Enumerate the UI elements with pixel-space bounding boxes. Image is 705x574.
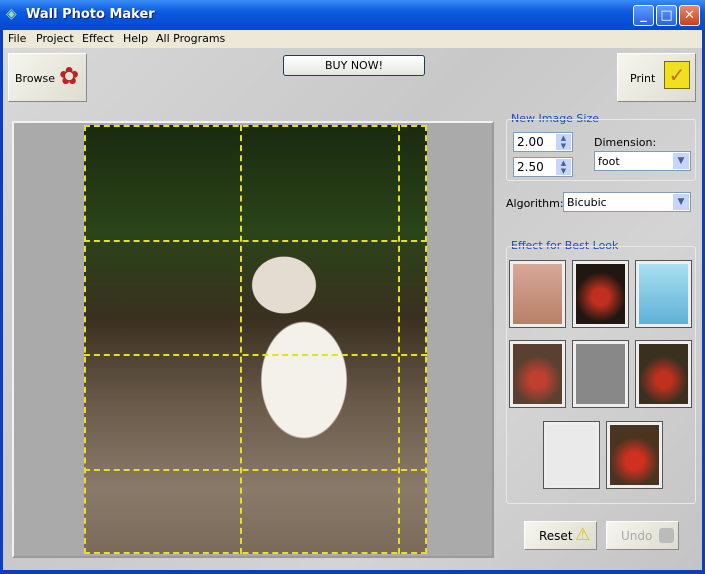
- window-title: Wall Photo Maker: [26, 7, 155, 22]
- print-button[interactable]: Print ✓: [617, 53, 696, 102]
- effect-emboss[interactable]: [572, 340, 629, 408]
- chevron-down-icon: ▼: [673, 194, 689, 210]
- effect-normal[interactable]: [635, 340, 692, 408]
- effect-soft[interactable]: [509, 260, 566, 328]
- menu-help[interactable]: Help: [123, 32, 148, 45]
- effect-dark[interactable]: [572, 260, 629, 328]
- browse-button[interactable]: Browse ✿: [8, 53, 87, 102]
- effect-blue-tint[interactable]: [635, 260, 692, 328]
- checkmark-sign-icon: ✓: [664, 61, 690, 89]
- effect-vivid[interactable]: [606, 421, 663, 489]
- preview-canvas[interactable]: [12, 121, 494, 558]
- buy-now-button[interactable]: BUY NOW!: [283, 55, 425, 76]
- undo-button[interactable]: Undo: [606, 521, 679, 550]
- algorithm-select[interactable]: Bicubic ▼: [563, 192, 691, 212]
- effect-sepia[interactable]: [509, 340, 566, 408]
- close-button[interactable]: ✕: [679, 5, 700, 26]
- title-bar: ◈ Wall Photo Maker _ □ ✕: [0, 0, 705, 30]
- menu-bar: File Project Effect Help All Programs: [3, 30, 702, 48]
- main-panel: Browse ✿ BUY NOW! Print ✓ New Image Size…: [3, 48, 702, 570]
- minimize-button[interactable]: _: [633, 5, 654, 26]
- menu-all-programs[interactable]: All Programs: [156, 32, 225, 45]
- height-stepper[interactable]: 2.50 ▲ ▼: [513, 157, 573, 177]
- width-stepper[interactable]: 2.00 ▲ ▼: [513, 132, 573, 152]
- effect-sketch[interactable]: [543, 421, 600, 489]
- menu-file[interactable]: File: [8, 32, 26, 45]
- app-icon: ◈: [6, 6, 17, 22]
- dimension-label: Dimension:: [594, 136, 657, 149]
- menu-project[interactable]: Project: [36, 32, 74, 45]
- menu-effect[interactable]: Effect: [82, 32, 114, 45]
- photo-preview: [84, 125, 427, 554]
- chevron-down-icon: ▼: [673, 153, 689, 169]
- undo-icon: [659, 528, 674, 543]
- flowers-icon: ✿: [59, 62, 80, 90]
- warning-icon: ⚠: [575, 525, 591, 545]
- maximize-button[interactable]: □: [656, 5, 677, 26]
- algorithm-label: Algorithm:: [506, 197, 564, 210]
- dimension-select[interactable]: foot ▼: [594, 151, 691, 171]
- reset-button[interactable]: Reset ⚠: [524, 521, 597, 550]
